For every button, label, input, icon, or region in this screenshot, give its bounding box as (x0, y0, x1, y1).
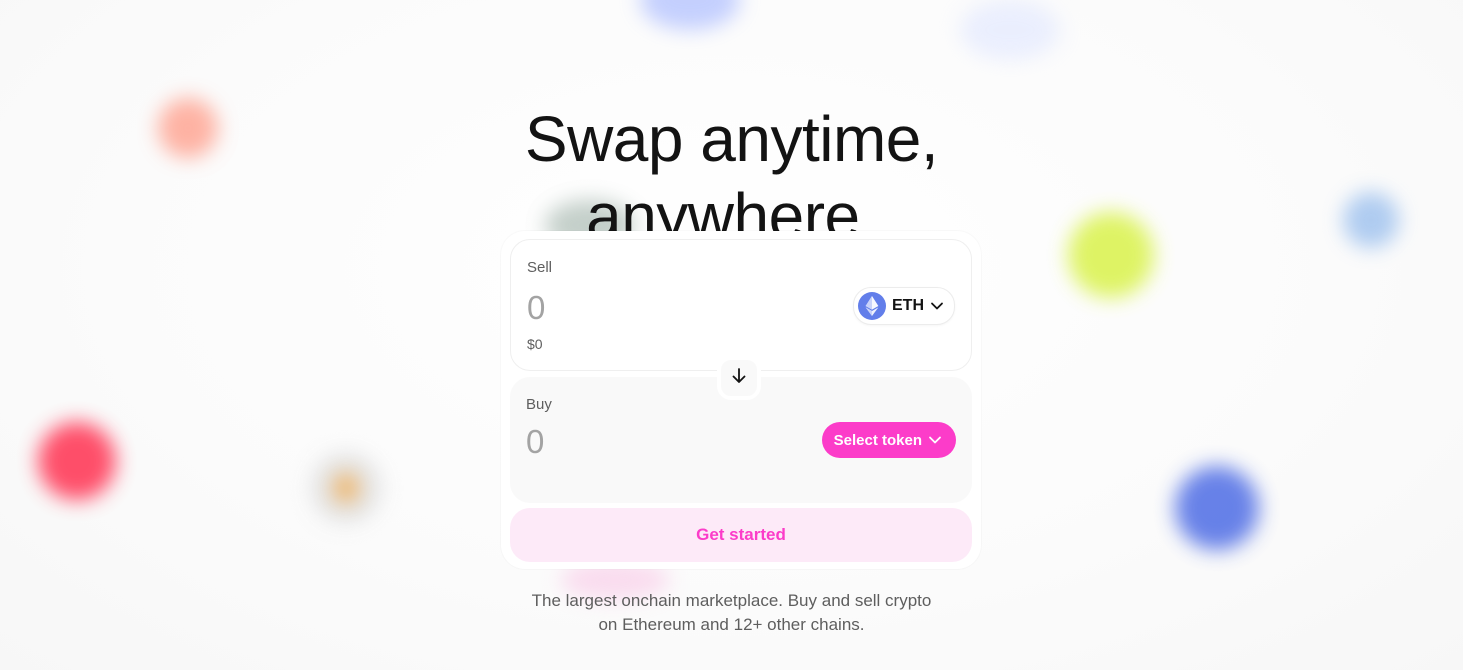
get-started-button[interactable]: Get started (510, 508, 972, 562)
landing-hero: Swap anytime, anywhere. Sell 0 $0 ETH Bu… (0, 0, 1463, 670)
sell-token-selector[interactable]: ETH (853, 287, 955, 325)
flip-direction-button[interactable] (717, 356, 761, 400)
swap-widget: Sell 0 $0 ETH Buy 0 Select token Get sta… (501, 231, 981, 569)
decorative-token-bubble-lightblue-top (960, 0, 1060, 60)
select-token-label: Select token (833, 431, 922, 449)
decorative-token-bubble-blue-top (640, 0, 740, 30)
sell-usd-value: $0 (527, 336, 543, 352)
tagline: The largest onchain marketplace. Buy and… (0, 589, 1463, 637)
ethereum-icon (858, 292, 886, 320)
decorative-token-bubble-red (38, 422, 116, 500)
buy-amount-input[interactable]: 0 (526, 423, 544, 461)
sell-amount-input[interactable]: 0 (527, 289, 545, 327)
select-token-button[interactable]: Select token (821, 422, 956, 458)
chevron-down-icon (930, 299, 944, 313)
tagline-line-1: The largest onchain marketplace. Buy and… (531, 591, 932, 610)
sell-token-symbol: ETH (892, 297, 924, 314)
decorative-token-bubble-gold (333, 473, 359, 503)
decorative-token-bubble-royalblue (1175, 466, 1259, 550)
chevron-down-icon (928, 433, 942, 447)
buy-label: Buy (526, 396, 552, 413)
tagline-line-2: on Ethereum and 12+ other chains. (598, 615, 865, 634)
page-title-line-1: Swap anytime, (524, 102, 939, 175)
arrow-down-icon (730, 367, 748, 390)
sell-label: Sell (527, 259, 553, 276)
sell-panel: Sell 0 $0 ETH (510, 239, 972, 371)
